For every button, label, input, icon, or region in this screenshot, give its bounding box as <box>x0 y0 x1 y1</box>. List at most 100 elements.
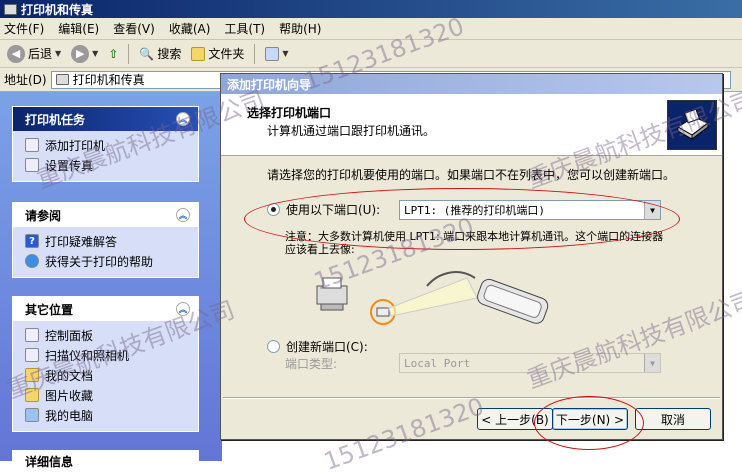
search-label: 搜索 <box>157 47 182 61</box>
toolbar: ◀ 后退 ▼ ▶ ▼ ⇧ 🔍 搜索 文件夹 ▼ <box>0 40 742 68</box>
my-pictures-link[interactable]: 图片收藏 <box>25 385 188 405</box>
globe-icon <box>25 254 39 268</box>
folder-icon <box>25 368 39 382</box>
my-computer-link[interactable]: 我的电脑 <box>25 405 188 425</box>
chevron-down-icon: ▼ <box>92 49 99 58</box>
menu-favorites[interactable]: 收藏(A) <box>169 20 211 37</box>
my-documents-link[interactable]: 我的文档 <box>25 365 188 385</box>
control-panel-link[interactable]: 控制面板 <box>25 325 188 345</box>
other-places-title: 其它位置 <box>25 302 74 317</box>
address-value: 打印机和传真 <box>72 73 145 87</box>
printer-icon <box>4 3 17 15</box>
wizard-subheading: 计算机通过端口跟打印机通讯。 <box>267 124 436 138</box>
my-pictures-label: 图片收藏 <box>45 388 94 403</box>
back-button[interactable]: ◀ 后退 ▼ <box>4 43 64 65</box>
address-label: 地址(D) <box>4 73 47 87</box>
add-printer-icon <box>25 138 39 152</box>
folders-button[interactable]: 文件夹 <box>188 43 247 65</box>
setup-fax-link[interactable]: 设置传真 <box>25 155 188 175</box>
up-folder-button[interactable]: ⇧ <box>105 43 121 65</box>
print-help-label: 获得关于打印的帮助 <box>45 254 154 269</box>
pictures-folder-icon <box>25 388 39 402</box>
menu-help[interactable]: 帮助(H) <box>279 20 321 37</box>
up-folder-icon: ⇧ <box>108 46 119 61</box>
other-places-panel: 其它位置 ︽ 控制面板 扫描仪和照相机 我的文档 图片收藏 我的电脑 <box>12 296 199 432</box>
port-type-select[interactable]: Local Port ▼ <box>399 353 661 373</box>
printer-tasks-panel: 打印机任务 ︽ 添加打印机 设置传真 <box>12 106 199 182</box>
toolbar-separator <box>128 43 130 64</box>
port-type-value: Local Port <box>404 356 471 370</box>
my-documents-label: 我的文档 <box>45 368 94 383</box>
wizard-title: 添加打印机向导 <box>227 77 312 92</box>
add-printer-wizard: 添加打印机向导 选择打印机端口 计算机通过端口跟打印机通讯。 请选择您的打印机要… <box>220 73 723 440</box>
back-label: 后退 <box>28 47 53 61</box>
printer-tasks-body: 添加打印机 设置传真 <box>13 131 198 181</box>
help-icon: ? <box>25 234 39 248</box>
port-type-label: 端口类型: <box>285 357 338 371</box>
scanners-link[interactable]: 扫描仪和照相机 <box>25 345 188 365</box>
folders-label: 文件夹 <box>208 47 245 61</box>
wizard-printer-icon <box>667 100 717 150</box>
add-printer-link[interactable]: 添加打印机 <box>25 135 188 155</box>
other-places-header[interactable]: 其它位置 ︽ <box>13 297 198 321</box>
my-computer-label: 我的电脑 <box>45 408 94 423</box>
wizard-heading: 选择打印机端口 <box>247 106 332 120</box>
annotation-oval <box>244 188 680 250</box>
scanners-label: 扫描仪和照相机 <box>45 348 130 363</box>
menu-bar: 文件(F) 编辑(E) 查看(V) 收藏(A) 工具(T) 帮助(H) <box>0 18 742 40</box>
see-also-body: ? 打印疑难解答 获得关于打印的帮助 <box>13 227 198 277</box>
chevron-down-icon: ▼ <box>282 49 289 58</box>
cancel-button[interactable]: 取消 <box>635 408 711 430</box>
scanner-icon <box>25 348 39 362</box>
forward-arrow-icon: ▶ <box>71 44 90 63</box>
details-header[interactable]: 详细信息 <box>13 451 198 471</box>
search-button[interactable]: 🔍 搜索 <box>136 43 184 65</box>
collapse-icon[interactable]: ︽ <box>176 208 190 222</box>
annotation-oval <box>534 396 644 450</box>
wizard-header: 选择打印机端口 计算机通过端口跟打印机通讯。 <box>221 94 722 156</box>
add-printer-label: 添加打印机 <box>45 138 106 153</box>
computer-icon <box>25 408 39 422</box>
collapse-icon[interactable]: ︽ <box>176 302 190 316</box>
control-panel-label: 控制面板 <box>45 328 94 343</box>
views-button[interactable]: ▼ <box>262 43 291 65</box>
forward-button[interactable]: ▶ ▼ <box>68 43 101 65</box>
wizard-titlebar[interactable]: 添加打印机向导 <box>221 74 722 94</box>
chevron-down-icon[interactable]: ▼ <box>644 354 660 372</box>
back-arrow-icon: ◀ <box>7 44 25 63</box>
printer-icon <box>55 74 69 85</box>
fax-icon <box>25 158 39 172</box>
other-places-body: 控制面板 扫描仪和照相机 我的文档 图片收藏 我的电脑 <box>13 321 198 431</box>
menu-view[interactable]: 查看(V) <box>113 20 155 37</box>
printer-tasks-header[interactable]: 打印机任务 ︽ <box>13 107 198 131</box>
see-also-title: 请参阅 <box>25 208 62 223</box>
details-panel: 详细信息 <box>12 450 199 471</box>
collapse-icon[interactable]: ︽ <box>176 112 190 126</box>
task-pane: 打印机任务 ︽ 添加打印机 设置传真 请参阅 ︽ ? 打印疑难解答 获得关于打印… <box>0 92 222 471</box>
wizard-divider <box>223 397 720 399</box>
troubleshoot-link[interactable]: ? 打印疑难解答 <box>25 231 188 251</box>
window-titlebar: 打印机和传真 <box>0 0 742 18</box>
printer-tasks-title: 打印机任务 <box>25 112 86 127</box>
radio-unselected[interactable] <box>267 340 280 353</box>
chevron-down-icon: ▼ <box>55 49 62 58</box>
see-also-panel: 请参阅 ︽ ? 打印疑难解答 获得关于打印的帮助 <box>12 202 199 278</box>
print-help-link[interactable]: 获得关于打印的帮助 <box>25 251 188 271</box>
details-title: 详细信息 <box>25 454 74 469</box>
toolbar-separator <box>254 43 256 64</box>
troubleshoot-label: 打印疑难解答 <box>45 234 118 249</box>
setup-fax-label: 设置传真 <box>45 158 94 173</box>
create-port-radio[interactable]: 创建新端口(C): <box>267 338 368 355</box>
views-icon <box>265 46 280 61</box>
folder-icon <box>191 46 206 61</box>
create-port-label: 创建新端口(C): <box>286 340 368 354</box>
see-also-header[interactable]: 请参阅 ︽ <box>13 203 198 227</box>
menu-edit[interactable]: 编辑(E) <box>58 20 99 37</box>
menu-file[interactable]: 文件(F) <box>4 20 44 37</box>
wizard-prompt: 请选择您的打印机要使用的端口。如果端口不在列表中，您可以创建新端口。 <box>267 168 676 182</box>
search-icon: 🔍 <box>139 46 155 61</box>
control-panel-icon <box>25 328 39 342</box>
window-title: 打印机和传真 <box>21 2 94 17</box>
menu-tools[interactable]: 工具(T) <box>224 20 265 37</box>
connector-illustration <box>316 271 549 325</box>
